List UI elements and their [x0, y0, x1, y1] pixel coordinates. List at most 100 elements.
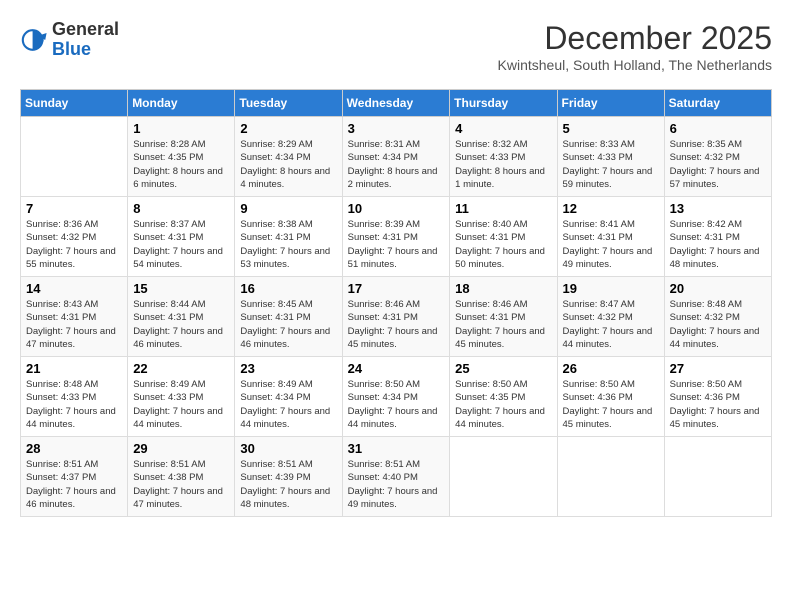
day-cell: 21 Sunrise: 8:48 AMSunset: 4:33 PMDaylig…	[21, 357, 128, 437]
day-cell: 19 Sunrise: 8:47 AMSunset: 4:32 PMDaylig…	[557, 277, 664, 357]
day-cell: 16 Sunrise: 8:45 AMSunset: 4:31 PMDaylig…	[235, 277, 342, 357]
day-cell: 12 Sunrise: 8:41 AMSunset: 4:31 PMDaylig…	[557, 197, 664, 277]
day-cell: 1 Sunrise: 8:28 AMSunset: 4:35 PMDayligh…	[128, 117, 235, 197]
day-cell: 15 Sunrise: 8:44 AMSunset: 4:31 PMDaylig…	[128, 277, 235, 357]
day-cell: 10 Sunrise: 8:39 AMSunset: 4:31 PMDaylig…	[342, 197, 450, 277]
day-number: 26	[563, 361, 659, 376]
week-row-1: 1 Sunrise: 8:28 AMSunset: 4:35 PMDayligh…	[21, 117, 772, 197]
day-number: 22	[133, 361, 229, 376]
day-number: 6	[670, 121, 766, 136]
column-header-sunday: Sunday	[21, 90, 128, 117]
day-cell: 31 Sunrise: 8:51 AMSunset: 4:40 PMDaylig…	[342, 437, 450, 517]
day-number: 14	[26, 281, 122, 296]
day-cell: 5 Sunrise: 8:33 AMSunset: 4:33 PMDayligh…	[557, 117, 664, 197]
column-header-tuesday: Tuesday	[235, 90, 342, 117]
day-detail: Sunrise: 8:46 AMSunset: 4:31 PMDaylight:…	[348, 299, 438, 350]
day-detail: Sunrise: 8:51 AMSunset: 4:37 PMDaylight:…	[26, 459, 116, 510]
column-header-saturday: Saturday	[664, 90, 771, 117]
day-cell: 20 Sunrise: 8:48 AMSunset: 4:32 PMDaylig…	[664, 277, 771, 357]
calendar-table: SundayMondayTuesdayWednesdayThursdayFrid…	[20, 89, 772, 517]
logo-blue-text: Blue	[52, 39, 91, 59]
day-number: 3	[348, 121, 445, 136]
day-number: 8	[133, 201, 229, 216]
day-number: 1	[133, 121, 229, 136]
day-cell: 26 Sunrise: 8:50 AMSunset: 4:36 PMDaylig…	[557, 357, 664, 437]
day-detail: Sunrise: 8:38 AMSunset: 4:31 PMDaylight:…	[240, 219, 330, 270]
day-detail: Sunrise: 8:41 AMSunset: 4:31 PMDaylight:…	[563, 219, 653, 270]
day-cell: 14 Sunrise: 8:43 AMSunset: 4:31 PMDaylig…	[21, 277, 128, 357]
day-number: 12	[563, 201, 659, 216]
location-text: Kwintsheul, South Holland, The Netherlan…	[498, 57, 772, 73]
day-cell: 11 Sunrise: 8:40 AMSunset: 4:31 PMDaylig…	[450, 197, 557, 277]
column-header-friday: Friday	[557, 90, 664, 117]
day-cell: 28 Sunrise: 8:51 AMSunset: 4:37 PMDaylig…	[21, 437, 128, 517]
day-detail: Sunrise: 8:48 AMSunset: 4:33 PMDaylight:…	[26, 379, 116, 430]
title-block: December 2025 Kwintsheul, South Holland,…	[498, 20, 772, 73]
day-cell: 2 Sunrise: 8:29 AMSunset: 4:34 PMDayligh…	[235, 117, 342, 197]
day-cell: 22 Sunrise: 8:49 AMSunset: 4:33 PMDaylig…	[128, 357, 235, 437]
day-detail: Sunrise: 8:43 AMSunset: 4:31 PMDaylight:…	[26, 299, 116, 350]
day-cell	[664, 437, 771, 517]
column-header-monday: Monday	[128, 90, 235, 117]
week-row-5: 28 Sunrise: 8:51 AMSunset: 4:37 PMDaylig…	[21, 437, 772, 517]
day-cell: 18 Sunrise: 8:46 AMSunset: 4:31 PMDaylig…	[450, 277, 557, 357]
day-detail: Sunrise: 8:51 AMSunset: 4:40 PMDaylight:…	[348, 459, 438, 510]
day-cell: 25 Sunrise: 8:50 AMSunset: 4:35 PMDaylig…	[450, 357, 557, 437]
week-row-4: 21 Sunrise: 8:48 AMSunset: 4:33 PMDaylig…	[21, 357, 772, 437]
day-cell: 30 Sunrise: 8:51 AMSunset: 4:39 PMDaylig…	[235, 437, 342, 517]
day-detail: Sunrise: 8:46 AMSunset: 4:31 PMDaylight:…	[455, 299, 545, 350]
day-cell: 7 Sunrise: 8:36 AMSunset: 4:32 PMDayligh…	[21, 197, 128, 277]
day-cell: 8 Sunrise: 8:37 AMSunset: 4:31 PMDayligh…	[128, 197, 235, 277]
day-number: 28	[26, 441, 122, 456]
logo: General Blue	[20, 20, 119, 60]
day-detail: Sunrise: 8:42 AMSunset: 4:31 PMDaylight:…	[670, 219, 760, 270]
page-header: General Blue December 2025 Kwintsheul, S…	[20, 20, 772, 73]
day-detail: Sunrise: 8:35 AMSunset: 4:32 PMDaylight:…	[670, 139, 760, 190]
day-number: 20	[670, 281, 766, 296]
day-cell	[557, 437, 664, 517]
day-number: 27	[670, 361, 766, 376]
day-cell	[450, 437, 557, 517]
day-detail: Sunrise: 8:50 AMSunset: 4:35 PMDaylight:…	[455, 379, 545, 430]
day-detail: Sunrise: 8:49 AMSunset: 4:34 PMDaylight:…	[240, 379, 330, 430]
day-number: 15	[133, 281, 229, 296]
day-number: 4	[455, 121, 551, 136]
day-cell: 23 Sunrise: 8:49 AMSunset: 4:34 PMDaylig…	[235, 357, 342, 437]
day-detail: Sunrise: 8:36 AMSunset: 4:32 PMDaylight:…	[26, 219, 116, 270]
day-cell: 29 Sunrise: 8:51 AMSunset: 4:38 PMDaylig…	[128, 437, 235, 517]
day-detail: Sunrise: 8:49 AMSunset: 4:33 PMDaylight:…	[133, 379, 223, 430]
day-detail: Sunrise: 8:31 AMSunset: 4:34 PMDaylight:…	[348, 139, 438, 190]
day-number: 17	[348, 281, 445, 296]
day-number: 2	[240, 121, 336, 136]
day-detail: Sunrise: 8:37 AMSunset: 4:31 PMDaylight:…	[133, 219, 223, 270]
day-detail: Sunrise: 8:47 AMSunset: 4:32 PMDaylight:…	[563, 299, 653, 350]
day-number: 23	[240, 361, 336, 376]
day-detail: Sunrise: 8:50 AMSunset: 4:34 PMDaylight:…	[348, 379, 438, 430]
day-number: 21	[26, 361, 122, 376]
day-detail: Sunrise: 8:50 AMSunset: 4:36 PMDaylight:…	[670, 379, 760, 430]
week-row-3: 14 Sunrise: 8:43 AMSunset: 4:31 PMDaylig…	[21, 277, 772, 357]
day-detail: Sunrise: 8:51 AMSunset: 4:39 PMDaylight:…	[240, 459, 330, 510]
day-cell: 3 Sunrise: 8:31 AMSunset: 4:34 PMDayligh…	[342, 117, 450, 197]
column-headers-row: SundayMondayTuesdayWednesdayThursdayFrid…	[21, 90, 772, 117]
day-number: 31	[348, 441, 445, 456]
column-header-wednesday: Wednesday	[342, 90, 450, 117]
day-cell: 24 Sunrise: 8:50 AMSunset: 4:34 PMDaylig…	[342, 357, 450, 437]
day-number: 10	[348, 201, 445, 216]
day-number: 5	[563, 121, 659, 136]
day-detail: Sunrise: 8:39 AMSunset: 4:31 PMDaylight:…	[348, 219, 438, 270]
day-detail: Sunrise: 8:44 AMSunset: 4:31 PMDaylight:…	[133, 299, 223, 350]
day-number: 13	[670, 201, 766, 216]
day-number: 29	[133, 441, 229, 456]
day-number: 30	[240, 441, 336, 456]
day-cell: 13 Sunrise: 8:42 AMSunset: 4:31 PMDaylig…	[664, 197, 771, 277]
day-number: 16	[240, 281, 336, 296]
day-detail: Sunrise: 8:40 AMSunset: 4:31 PMDaylight:…	[455, 219, 545, 270]
day-detail: Sunrise: 8:28 AMSunset: 4:35 PMDaylight:…	[133, 139, 223, 190]
day-detail: Sunrise: 8:33 AMSunset: 4:33 PMDaylight:…	[563, 139, 653, 190]
day-cell	[21, 117, 128, 197]
column-header-thursday: Thursday	[450, 90, 557, 117]
day-number: 11	[455, 201, 551, 216]
day-detail: Sunrise: 8:48 AMSunset: 4:32 PMDaylight:…	[670, 299, 760, 350]
day-detail: Sunrise: 8:51 AMSunset: 4:38 PMDaylight:…	[133, 459, 223, 510]
